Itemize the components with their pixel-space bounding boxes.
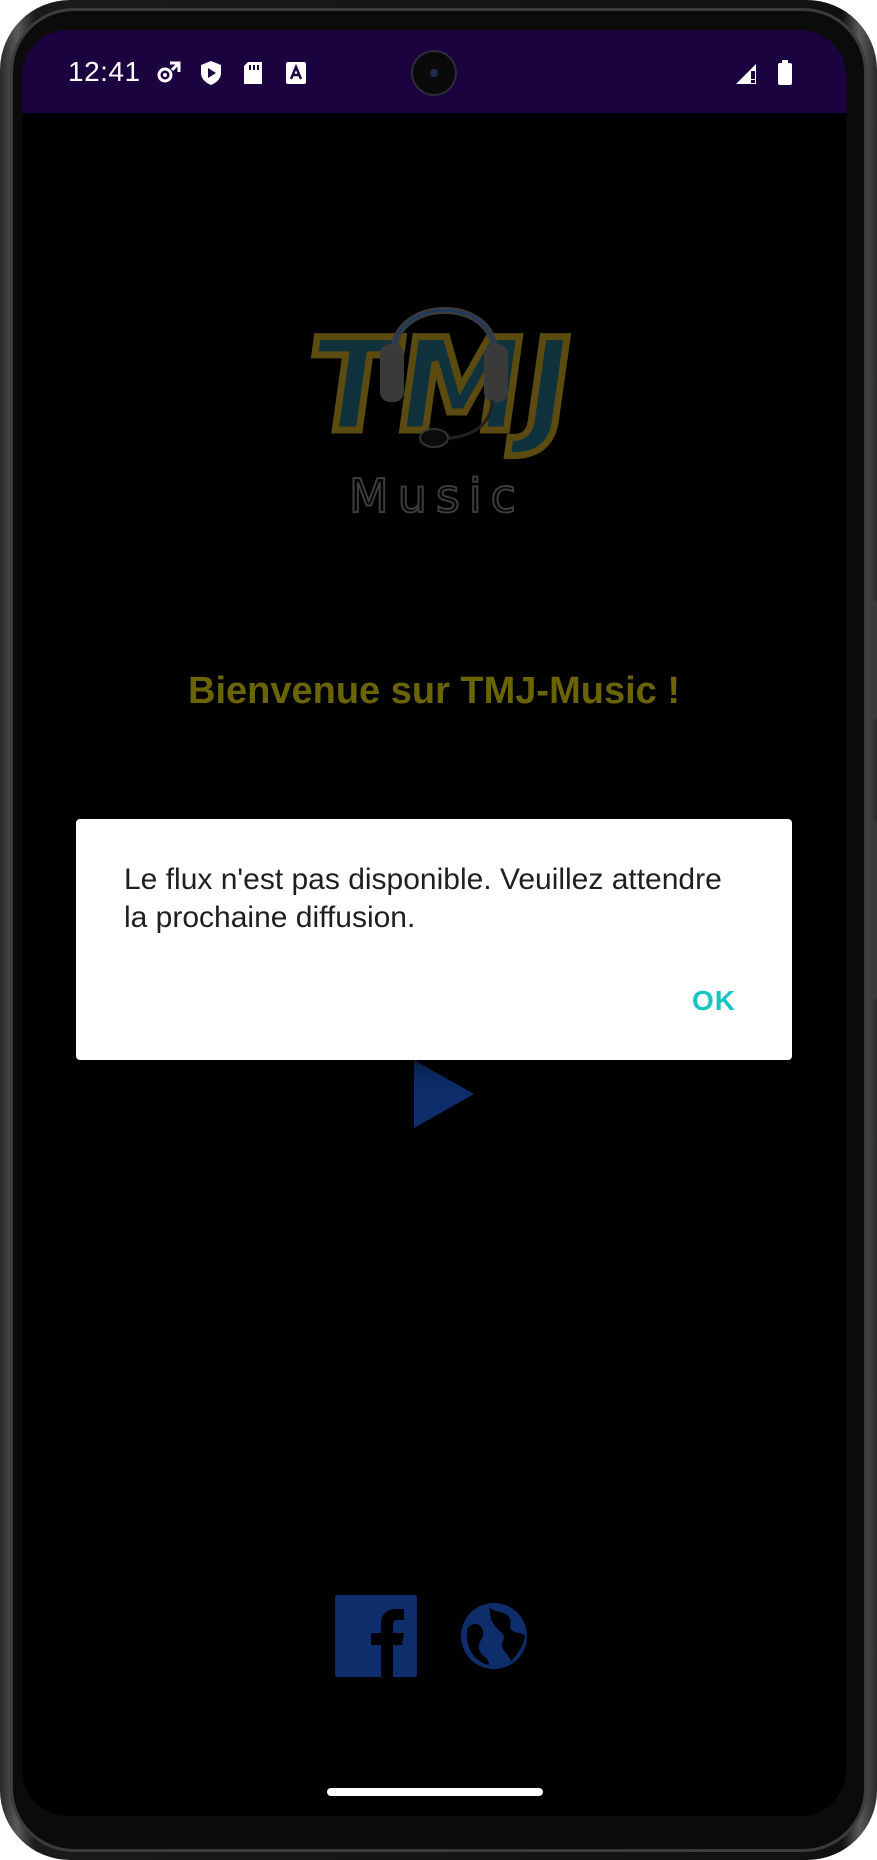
phone-frame: 12:41 TMJ Music Bienvenue sur TMJ-Music …	[0, 0, 877, 1860]
dialog-message: Le flux n'est pas disponible. Veuillez a…	[124, 863, 722, 934]
power-button	[871, 820, 877, 1000]
screen: 12:41 TMJ Music Bienvenue sur TMJ-Music …	[22, 30, 846, 1816]
alert-dialog: Le flux n'est pas disponible. Veuillez a…	[76, 819, 792, 1060]
ok-button[interactable]: OK	[688, 979, 740, 1023]
volume-button	[871, 600, 877, 720]
home-indicator[interactable]	[327, 1788, 543, 1796]
